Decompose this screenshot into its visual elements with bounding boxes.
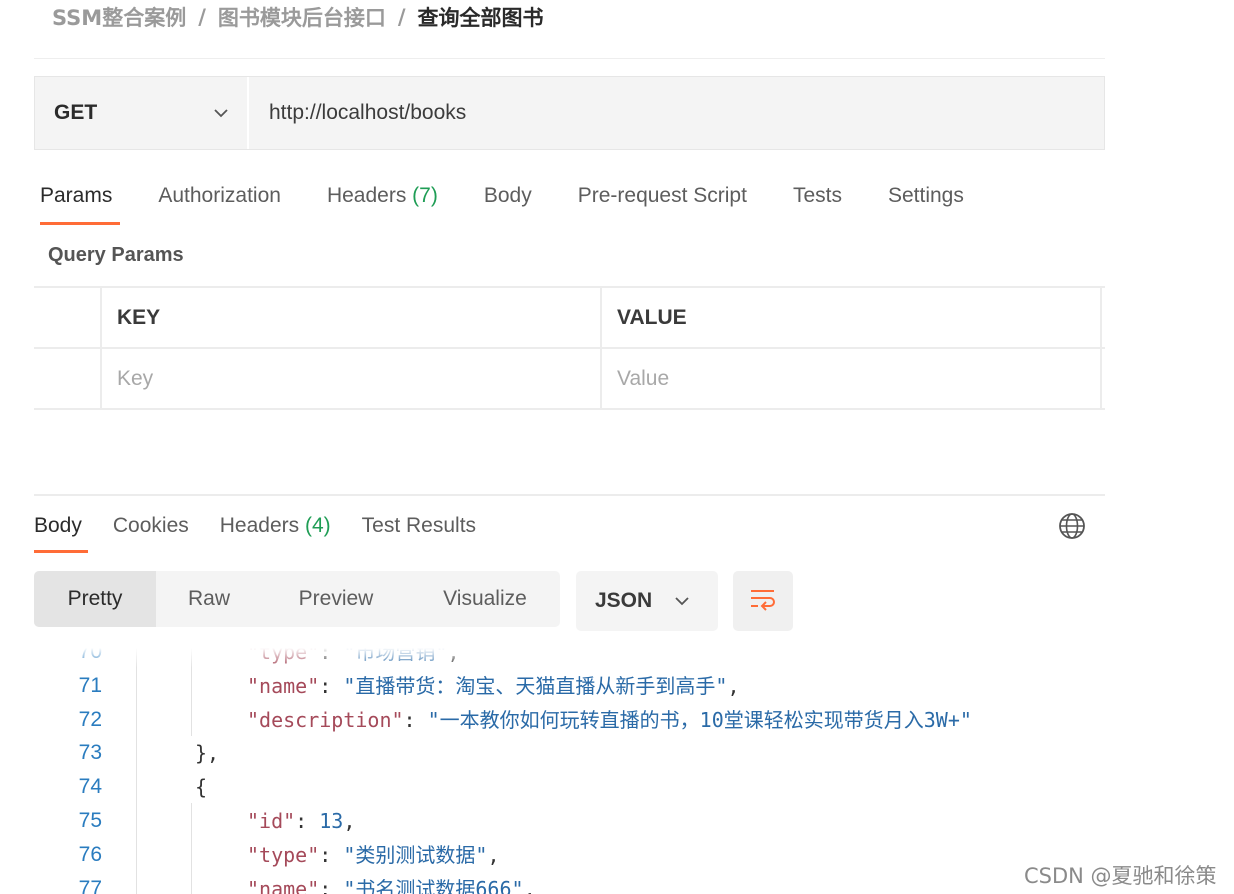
- code-text: "type": "类别测试数据",: [247, 838, 499, 872]
- json-punctuation: ,: [523, 876, 536, 894]
- table-row: Key Value: [34, 349, 1105, 410]
- json-value: "直播带货：淘宝、天猫直播从新手到高手": [343, 673, 728, 698]
- checkbox-cell[interactable]: [34, 349, 102, 408]
- line-number: 77: [78, 876, 102, 894]
- json-punctuation: :: [319, 876, 344, 894]
- chevron-down-icon: [213, 108, 229, 118]
- value-input[interactable]: Value: [602, 349, 1102, 408]
- code-text: "name": "直播带货：淘宝、天猫直播从新手到高手",: [247, 669, 739, 703]
- line-number: 73: [78, 741, 102, 765]
- tab-tests[interactable]: Tests: [793, 176, 842, 226]
- json-key: "type": [247, 842, 320, 867]
- line-number: 76: [78, 842, 102, 866]
- json-key: "name": [247, 673, 320, 698]
- json-key: "description": [247, 707, 404, 732]
- wrap-lines-button[interactable]: [733, 571, 793, 631]
- language-select-value: JSON: [595, 589, 653, 612]
- code-line: 71 "name": "直播带货：淘宝、天猫直播从新手到高手",: [34, 669, 1105, 703]
- json-value: "类别测试数据": [343, 842, 488, 867]
- json-punctuation: ,: [727, 673, 740, 698]
- checkbox-cell: [34, 288, 102, 347]
- breadcrumb-item-module[interactable]: 图书模块后台接口: [218, 2, 386, 32]
- json-punctuation: :: [403, 707, 428, 732]
- code-line: 72 "description": "一本教你如何玩转直播的书，10堂课轻松实现带…: [34, 703, 1105, 737]
- tab-pre-request-script[interactable]: Pre-request Script: [578, 176, 747, 226]
- json-value: "书名测试数据666": [343, 876, 524, 894]
- line-number: 72: [78, 707, 102, 731]
- tab-response-headers-label: Headers: [219, 514, 300, 537]
- breadcrumb-separator: /: [397, 5, 406, 29]
- url-input[interactable]: http://localhost/books: [249, 77, 1104, 149]
- code-text: "id": 13,: [247, 804, 355, 838]
- json-punctuation: :: [295, 809, 320, 833]
- line-number: 71: [78, 673, 102, 697]
- tab-body[interactable]: Body: [484, 176, 532, 226]
- json-key: "id": [247, 809, 296, 833]
- breadcrumb: SSM整合案例 / 图书模块后台接口 / 查询全部图书: [52, 2, 544, 32]
- json-value: 13: [319, 809, 344, 833]
- method-label: GET: [54, 101, 98, 124]
- json-value: "一本教你如何玩转直播的书，10堂课轻松实现带货月入3W+": [427, 707, 972, 732]
- table-header-row: KEY VALUE: [34, 288, 1105, 349]
- response-headers-count-badge: (4): [304, 514, 331, 537]
- key-column-header: KEY: [102, 288, 602, 347]
- code-text: "description": "一本教你如何玩转直播的书，10堂课轻松实现带货月…: [247, 703, 972, 737]
- globe-icon[interactable]: [1057, 511, 1087, 546]
- code-line: 73},: [34, 736, 1105, 770]
- query-params-title: Query Params: [48, 244, 184, 266]
- preview-button[interactable]: Preview: [262, 571, 410, 627]
- tab-cookies[interactable]: Cookies: [113, 506, 189, 556]
- json-punctuation: ,: [343, 809, 356, 833]
- code-line: 75 "id": 13,: [34, 804, 1105, 838]
- json-punctuation: {: [195, 775, 208, 800]
- code-text: },: [195, 736, 219, 770]
- tab-authorization[interactable]: Authorization: [158, 176, 281, 226]
- headers-count-badge: (7): [412, 184, 438, 207]
- request-bar: GET http://localhost/books: [34, 76, 1105, 150]
- chevron-down-icon: [674, 596, 690, 606]
- tab-response-body[interactable]: Body: [34, 506, 88, 556]
- value-column-header: VALUE: [602, 288, 1102, 347]
- raw-button[interactable]: Raw: [156, 571, 262, 627]
- tab-response-headers[interactable]: Headers (4): [220, 506, 331, 556]
- page-title: 查询全部图书: [417, 6, 544, 30]
- tab-headers[interactable]: Headers (7): [327, 176, 438, 226]
- format-toggle-group: Pretty Raw Preview Visualize: [34, 571, 560, 627]
- pretty-button[interactable]: Pretty: [34, 571, 156, 627]
- line-number: 74: [78, 775, 102, 799]
- wrap-lines-icon: [748, 586, 778, 617]
- line-number: 75: [78, 809, 102, 832]
- json-punctuation: ,: [487, 842, 500, 867]
- watermark: CSDN @夏驰和徐策: [1024, 864, 1217, 888]
- language-select[interactable]: JSON: [576, 571, 718, 631]
- json-punctuation: :: [319, 673, 344, 698]
- code-text: {: [195, 770, 207, 804]
- key-input[interactable]: Key: [102, 349, 602, 408]
- divider: [34, 58, 1105, 59]
- breadcrumb-separator: /: [198, 5, 206, 29]
- request-tabs: Params Authorization Headers (7) Body Pr…: [40, 176, 1010, 226]
- code-text: "name": "书名测试数据666",: [247, 872, 536, 894]
- json-punctuation: :: [319, 842, 344, 867]
- json-key: "name": [247, 876, 320, 894]
- response-body-code[interactable]: 70"type": "市场营销",71"name": "直播带货：淘宝、天猫直播…: [34, 648, 1105, 894]
- method-select[interactable]: GET: [35, 77, 249, 149]
- breadcrumb-item-case[interactable]: SSM整合案例: [52, 2, 186, 32]
- tab-params[interactable]: Params: [40, 176, 121, 226]
- tab-settings[interactable]: Settings: [888, 176, 964, 226]
- code-line: 76 "type": "类别测试数据",: [34, 838, 1105, 872]
- params-table: KEY VALUE Key Value: [34, 286, 1105, 410]
- response-tabs: Body Cookies Headers (4) Test Results: [34, 506, 507, 556]
- json-punctuation: },: [195, 741, 220, 766]
- visualize-button[interactable]: Visualize: [410, 571, 560, 627]
- code-line: 77 "name": "书名测试数据666",: [34, 872, 1105, 894]
- scroll-fade: [34, 648, 1105, 668]
- divider: [34, 494, 1105, 496]
- code-line: 74 {: [34, 770, 1105, 804]
- tab-headers-label: Headers: [326, 184, 407, 207]
- tab-test-results[interactable]: Test Results: [362, 506, 476, 556]
